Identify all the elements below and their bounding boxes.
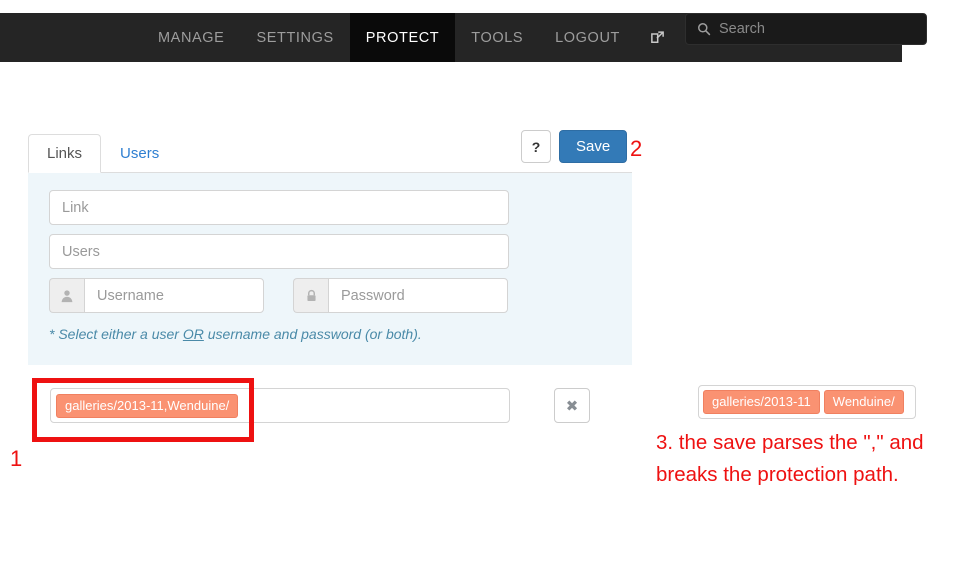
links-form: * Select either a user OR username and p… xyxy=(28,173,632,342)
tab-users[interactable]: Users xyxy=(101,134,178,173)
hint-prefix: * Select either a user xyxy=(49,326,183,342)
nav-item-tools[interactable]: TOOLS xyxy=(455,13,539,62)
parsed-tag-2[interactable]: Wenduine/ xyxy=(823,390,904,414)
username-group xyxy=(49,278,264,313)
hint-suffix: username and password (or both). xyxy=(203,326,422,342)
path-tag[interactable]: galleries/2013-11,Wenduine/ xyxy=(56,393,239,418)
save-button[interactable]: Save xyxy=(559,130,628,163)
remove-row-button[interactable]: ✖ xyxy=(554,388,590,423)
lock-icon xyxy=(293,278,328,313)
links-panel-body: * Select either a user OR username and p… xyxy=(28,173,632,365)
link-field-row xyxy=(49,190,611,225)
password-input[interactable] xyxy=(328,278,508,313)
tab-actions: ? Save xyxy=(521,130,628,163)
nav-items: MANAGE SETTINGS PROTECT TOOLS LOGOUT Sea… xyxy=(142,13,927,62)
help-button[interactable]: ? xyxy=(521,130,551,163)
users-input[interactable] xyxy=(49,234,509,269)
user-icon xyxy=(49,278,84,313)
external-link-icon[interactable] xyxy=(636,13,679,62)
password-group xyxy=(293,278,508,313)
nav-item-logout[interactable]: LOGOUT xyxy=(539,13,636,62)
annotation-marker-1: 1 xyxy=(10,446,23,471)
hint-or: OR xyxy=(182,326,204,342)
parsed-tag-1[interactable]: galleries/2013-11 xyxy=(703,390,820,414)
protection-path-input[interactable]: galleries/2013-11,Wenduine/ xyxy=(50,388,510,423)
tab-links[interactable]: Links xyxy=(28,134,102,173)
search-placeholder: Search xyxy=(718,21,765,37)
username-input[interactable] xyxy=(84,278,264,313)
nav-item-settings[interactable]: SETTINGS xyxy=(240,13,349,62)
link-input[interactable] xyxy=(49,190,509,225)
search-icon xyxy=(697,22,711,36)
nav-item-manage[interactable]: MANAGE xyxy=(142,13,240,62)
nav-item-protect[interactable]: PROTECT xyxy=(349,13,456,62)
top-navbar: MANAGE SETTINGS PROTECT TOOLS LOGOUT Sea… xyxy=(0,13,927,62)
credentials-row xyxy=(49,278,611,313)
parsed-result-box: galleries/2013-11 Wenduine/ xyxy=(698,385,916,419)
annotation-marker-2: 2 xyxy=(630,136,643,161)
protection-path-row: galleries/2013-11,Wenduine/ ✖ xyxy=(50,388,590,423)
app-root: MANAGE SETTINGS PROTECT TOOLS LOGOUT Sea… xyxy=(0,0,963,569)
credentials-hint: * Select either a user OR username and p… xyxy=(49,326,611,342)
annotation-note-3: 3. the save parses the "," and breaks th… xyxy=(656,431,924,486)
users-field-row xyxy=(49,234,611,269)
search-box[interactable]: Search xyxy=(684,13,927,45)
